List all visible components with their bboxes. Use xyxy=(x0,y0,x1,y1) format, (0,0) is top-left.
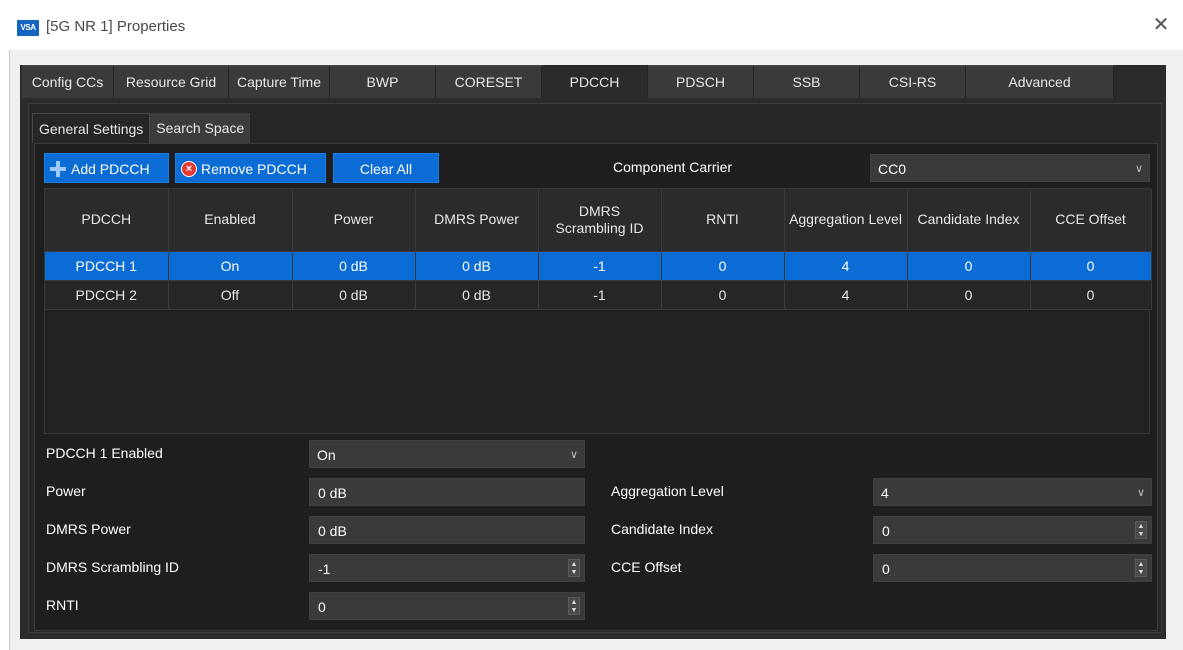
app-logo-icon: VSA xyxy=(17,20,39,36)
spin-down-icon[interactable]: ▼ xyxy=(569,568,579,576)
pdcch-table: PDCCH Enabled Power DMRS Power DMRS Scra… xyxy=(44,188,1152,434)
column-header[interactable]: CCE Offset xyxy=(1030,189,1152,252)
dmrs-power-value: 0 dB xyxy=(318,523,347,539)
tab-capture-time[interactable]: Capture Time xyxy=(229,65,330,98)
power-input[interactable]: 0 dB xyxy=(309,478,585,506)
aggregation-level-label: Aggregation Level xyxy=(611,483,724,499)
spin-down-icon[interactable]: ▼ xyxy=(1136,568,1146,576)
table-cell: 0 dB xyxy=(415,280,539,310)
cce-offset-label: CCE Offset xyxy=(611,559,682,575)
column-header[interactable]: DMRS Power xyxy=(415,189,539,252)
table-cell: 0 xyxy=(907,251,1031,281)
table-row[interactable]: PDCCH 1 On 0 dB 0 dB -1 0 4 0 0 xyxy=(45,251,1152,281)
column-header[interactable]: Power xyxy=(292,189,416,252)
cce-offset-stepper[interactable]: 0 ▲ ▼ xyxy=(873,554,1152,582)
rnti-stepper[interactable]: 0 ▲ ▼ xyxy=(309,592,585,620)
rnti-value: 0 xyxy=(318,599,326,615)
remove-pdcch-label: Remove PDCCH xyxy=(201,161,307,177)
rnti-label: RNTI xyxy=(46,597,79,613)
chevron-down-icon: ∨ xyxy=(1134,163,1143,175)
close-icon[interactable]: ✕ xyxy=(1149,13,1173,37)
table-cell: 0 xyxy=(907,280,1031,310)
aggregation-level-select[interactable]: 4 ∨ xyxy=(873,478,1152,506)
aggregation-level-value: 4 xyxy=(881,485,889,501)
table-cell: 0 xyxy=(1030,280,1152,310)
clear-all-button[interactable]: Clear All xyxy=(333,153,439,183)
candidate-index-stepper[interactable]: 0 ▲ ▼ xyxy=(873,516,1152,544)
remove-icon: × xyxy=(181,161,197,178)
table-cell: 0 xyxy=(661,280,785,310)
table-cell: 4 xyxy=(784,251,908,281)
spin-up-icon[interactable]: ▲ xyxy=(1136,560,1146,568)
power-label: Power xyxy=(46,483,86,499)
candidate-index-label: Candidate Index xyxy=(611,521,713,537)
tab-ssb[interactable]: SSB xyxy=(754,65,860,98)
spin-down-icon[interactable]: ▼ xyxy=(1136,530,1146,538)
column-header[interactable]: Enabled xyxy=(168,189,293,252)
column-header[interactable]: PDCCH xyxy=(45,189,169,252)
table-cell: 0 xyxy=(661,251,785,281)
component-carrier-value: CC0 xyxy=(878,161,907,177)
spin-down-icon[interactable]: ▼ xyxy=(569,606,579,614)
table-cell: 0 dB xyxy=(415,251,539,281)
remove-pdcch-button[interactable]: × Remove PDCCH xyxy=(175,153,326,183)
tab-resource-grid[interactable]: Resource Grid xyxy=(114,65,229,98)
table-cell: On xyxy=(168,251,293,281)
column-header[interactable]: Candidate Index xyxy=(907,189,1031,252)
spin-buttons[interactable]: ▲ ▼ xyxy=(568,559,580,577)
spin-up-icon[interactable]: ▲ xyxy=(1136,522,1146,530)
chevron-down-icon: ∨ xyxy=(569,449,578,461)
dmrs-power-label: DMRS Power xyxy=(46,521,131,537)
cce-offset-value: 0 xyxy=(882,561,890,577)
tab-bar: Config CCs Resource Grid Capture Time BW… xyxy=(22,65,1114,98)
column-header[interactable]: DMRS Scrambling ID xyxy=(538,189,662,252)
spin-up-icon[interactable]: ▲ xyxy=(569,598,579,606)
tab-bwp[interactable]: BWP xyxy=(330,65,436,98)
dmrs-scrambling-id-label: DMRS Scrambling ID xyxy=(46,559,180,575)
pdcch-enabled-label: PDCCH 1 Enabled xyxy=(46,445,163,461)
power-value: 0 dB xyxy=(318,485,347,501)
table-cell: PDCCH 2 xyxy=(45,280,169,310)
spin-buttons[interactable]: ▲ ▼ xyxy=(1135,559,1147,577)
tab-coreset[interactable]: CORESET xyxy=(436,65,542,98)
column-header[interactable]: RNTI xyxy=(661,189,785,252)
dmrs-power-input[interactable]: 0 dB xyxy=(309,516,585,544)
table-cell: PDCCH 1 xyxy=(45,251,169,281)
table-cell: Off xyxy=(168,280,293,310)
component-carrier-select[interactable]: CC0 ∨ xyxy=(870,154,1150,182)
spin-buttons[interactable]: ▲ ▼ xyxy=(568,597,580,615)
dmrs-scrambling-id-stepper[interactable]: -1 ▲ ▼ xyxy=(309,554,585,582)
title-bar: VSA [5G NR 1] Properties ✕ xyxy=(0,0,1183,50)
spin-up-icon[interactable]: ▲ xyxy=(569,560,579,568)
plus-icon xyxy=(49,160,67,178)
candidate-index-value: 0 xyxy=(882,523,890,539)
component-carrier-label: Component Carrier xyxy=(613,159,733,175)
subtab-general-settings[interactable]: General Settings xyxy=(32,113,151,143)
tab-advanced[interactable]: Advanced xyxy=(966,65,1114,98)
spin-buttons[interactable]: ▲ ▼ xyxy=(1135,521,1147,539)
subtab-bar: General Settings Search Space xyxy=(32,113,252,143)
dmrs-scrambling-id-value: -1 xyxy=(318,561,331,577)
tab-pdcch[interactable]: PDCCH xyxy=(542,65,648,98)
table-cell: -1 xyxy=(538,251,662,281)
table-cell: -1 xyxy=(538,280,662,310)
table-row[interactable]: PDCCH 2 Off 0 dB 0 dB -1 0 4 0 0 xyxy=(45,280,1152,310)
pdcch-enabled-select[interactable]: On ∨ xyxy=(309,440,585,468)
table-cell: 0 dB xyxy=(292,280,416,310)
tab-config-ccs[interactable]: Config CCs xyxy=(22,65,114,98)
window-title: [5G NR 1] Properties xyxy=(46,18,186,35)
table-header-row: PDCCH Enabled Power DMRS Power DMRS Scra… xyxy=(45,189,1152,252)
column-header[interactable]: Aggregation Level xyxy=(784,189,908,252)
pdcch-enabled-value: On xyxy=(317,447,336,463)
add-pdcch-label: Add PDCCH xyxy=(71,161,150,177)
table-cell: 0 dB xyxy=(292,251,416,281)
tab-pdsch[interactable]: PDSCH xyxy=(648,65,754,98)
add-pdcch-button[interactable]: Add PDCCH xyxy=(44,153,169,183)
tab-csi-rs[interactable]: CSI-RS xyxy=(860,65,966,98)
subtab-search-space[interactable]: Search Space xyxy=(150,113,252,143)
table-cell: 0 xyxy=(1030,251,1152,281)
chevron-down-icon: ∨ xyxy=(1136,487,1145,499)
table-cell: 4 xyxy=(784,280,908,310)
